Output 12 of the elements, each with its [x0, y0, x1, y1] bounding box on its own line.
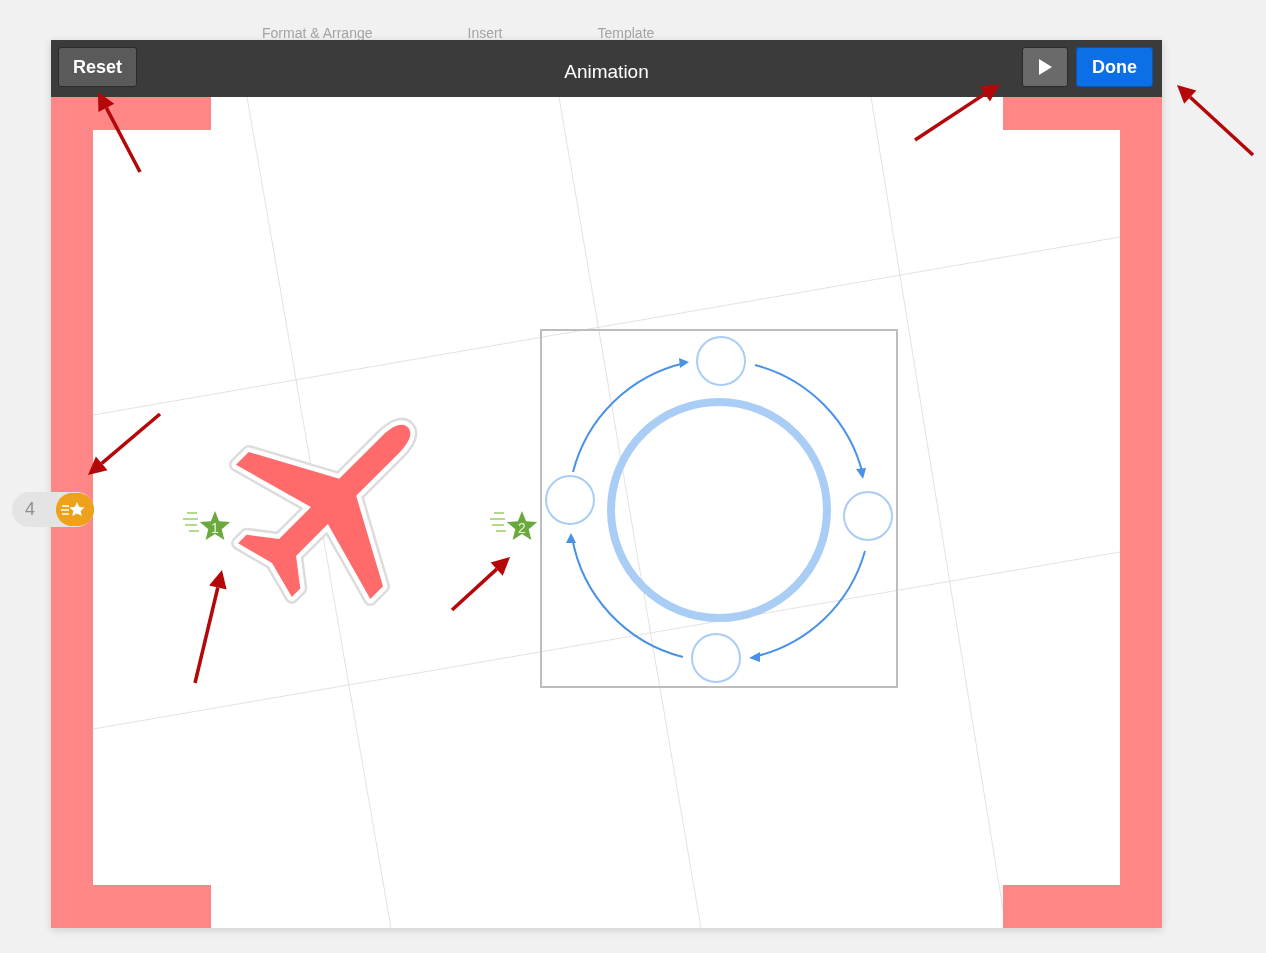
annotation-arrow [450, 557, 510, 612]
reset-button[interactable]: Reset [58, 47, 138, 87]
done-button[interactable]: Done [1076, 47, 1153, 87]
window-title: Animation [564, 61, 649, 82]
toolbar-label: Insert [467, 26, 503, 40]
play-button[interactable] [1022, 47, 1068, 87]
play-icon [1036, 58, 1054, 76]
animation-count: 4 [25, 498, 35, 521]
animation-count-badge[interactable]: 4 [12, 492, 94, 527]
toolbar-label: Format & Arrange [262, 26, 373, 40]
star-icon [56, 493, 94, 526]
toolbar-label: Template [597, 26, 655, 40]
